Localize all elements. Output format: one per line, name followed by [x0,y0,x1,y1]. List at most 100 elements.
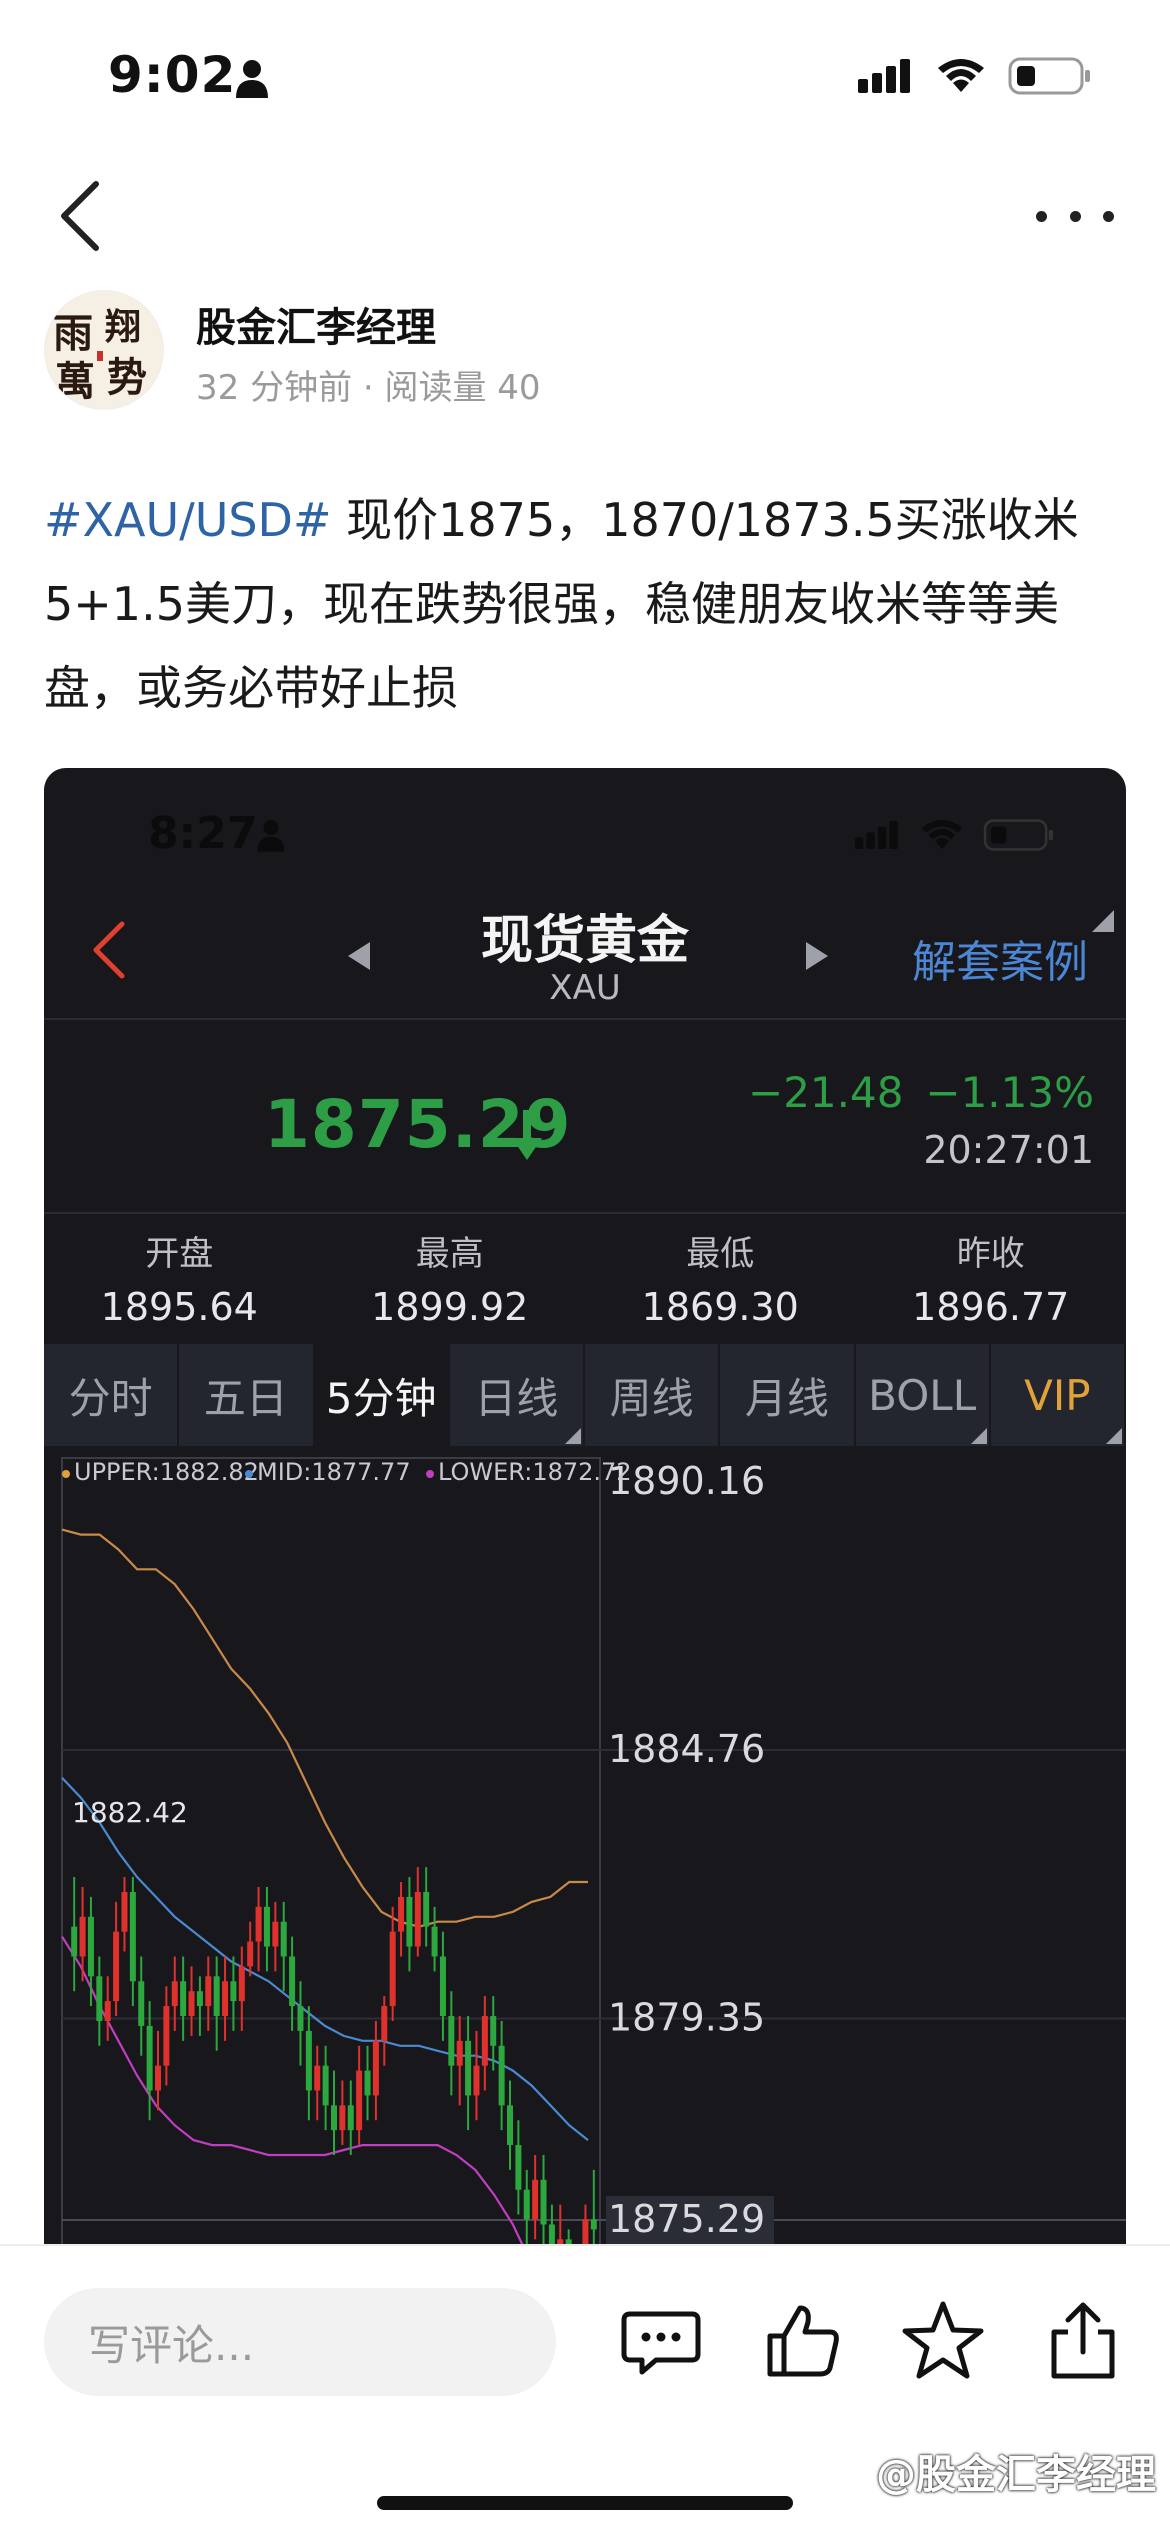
candle-body [481,2016,488,2066]
y-tick-label: 1875.29 [608,2197,765,2241]
price-change-percent: −1.13% [925,1068,1094,1117]
stats-row: 开盘 1895.64 最高 1899.92 最低 1869.30 昨收 1896… [44,1212,1126,1332]
comment-icon[interactable] [616,2296,706,2386]
candle-body [222,1981,229,2017]
more-dot-icon [1103,210,1114,222]
y-tick-label: 1884.76 [608,1727,765,1771]
candle-body [180,1981,187,2017]
y-tick-label: 1879.35 [608,1995,765,2039]
status-icons [858,56,1092,96]
legend-mid: MID:1877.77 [257,1458,411,1486]
more-options-button[interactable] [1030,198,1120,234]
embed-status-bar: 8:27 [44,768,1126,868]
candle-body [431,1926,438,1957]
candle-body [548,2224,555,2244]
like-thumbs-up-icon[interactable] [758,2296,848,2386]
candle-body [230,1981,237,2002]
candle-body [205,1976,212,2007]
more-dot-icon [1036,210,1047,222]
share-icon[interactable] [1038,2296,1128,2386]
candle-body [473,2065,480,2096]
candle-body [448,2016,455,2066]
stat-value: 1899.92 [371,1285,529,1329]
favorite-star-icon[interactable] [898,2296,988,2386]
candle-body [356,2070,363,2131]
hashtag-link[interactable]: #XAU/USD# [44,493,332,547]
comment-input[interactable]: 写评论... [44,2288,556,2396]
stat-high: 最高 1899.92 [315,1212,586,1332]
wifi-icon [938,59,984,92]
tab-label: 日线 [474,1373,559,1423]
home-indicator[interactable] [377,2496,793,2510]
candle-body [280,1921,287,1957]
candle-body [79,1916,86,1957]
chart-grid [62,1749,1126,2221]
candle-body [456,2040,463,2066]
legend-lower: LOWER:1872.72 [438,1458,632,1486]
candle-body [465,2040,472,2096]
candle-body [121,1891,128,1932]
stat-label: 最低 [686,1234,755,1274]
embedded-screenshot[interactable]: 8:27 现货黄金 XAU 解套案例 1875.29 −21.48 −1.13%… [44,768,1126,2244]
candle-body [289,1956,296,2007]
candle-body [155,2065,161,2091]
battery-icon [1008,57,1090,95]
candle-body [146,2025,153,2091]
candle-body [255,1906,262,1942]
tab-weekly[interactable]: 周线 [585,1344,721,1446]
author-avatar[interactable]: 雨 翔 萬 势 [44,290,164,410]
tab-five-day[interactable]: 五日 [179,1344,315,1446]
tab-monthly[interactable]: 月线 [720,1344,856,1446]
tab-label: VIP [1024,1370,1091,1420]
watermark: @股金汇李经理 [876,2452,1156,2498]
stat-value: 1895.64 [100,1285,258,1329]
status-time: 9:02 [108,46,237,104]
candle-body [71,1926,78,1957]
tab-boll[interactable]: BOLL [856,1344,991,1446]
divider [44,1018,1126,1020]
legend-upper: UPPER:1882.82 [74,1458,259,1486]
candle-body [163,2006,170,2066]
candle-body [523,2189,530,2220]
legend-dot-mid [245,1470,253,1478]
next-instrument-icon[interactable] [796,936,836,976]
candle-body [372,2040,379,2096]
expand-corner-icon[interactable] [1088,906,1118,936]
tab-label: BOLL [868,1370,977,1420]
candle-body [113,1931,120,2002]
stat-label: 最高 [415,1234,484,1274]
candle-body [381,2006,388,2041]
back-chevron-icon[interactable] [52,178,112,254]
tab-daily[interactable]: 日线 [450,1344,585,1446]
candle-body [171,1981,178,2007]
more-dot-icon [1069,210,1081,222]
wifi-icon [921,820,963,850]
stat-low: 最低 1869.30 [585,1212,856,1332]
tab-vip[interactable]: VIP [991,1344,1126,1446]
candle-body [331,2105,337,2131]
candlestick-chart[interactable]: 1890.161884.761879.351875.291873.95 UPPE… [44,1446,1126,2244]
candle-body [196,1991,203,2007]
candle-body [104,2001,111,2021]
candle-body [364,2070,371,2096]
svg-text:萬: 萬 [55,358,95,405]
legend-dot-upper [62,1470,70,1478]
tab-5min[interactable]: 5分钟 [314,1344,450,1446]
author-name[interactable]: 股金汇李经理 [196,295,436,353]
embed-status-icons [854,818,1056,852]
candle-body [498,2045,505,2106]
candle-body [238,1966,245,2002]
candle-body [582,2219,589,2244]
tab-intraday[interactable]: 分时 [44,1344,180,1446]
candle-body [138,1981,145,2026]
case-study-link[interactable]: 解套案例 [912,926,1088,990]
cellular-signal-icon [858,59,910,93]
stat-open: 开盘 1895.64 [44,1212,315,1332]
chart-legend: UPPER:1882.82 MID:1877.77 LOWER:1872.72 [62,1458,632,1486]
candle-body [540,2179,547,2225]
candle-body [423,1891,430,1927]
candle-body [590,2219,597,2230]
stat-label: 开盘 [145,1234,214,1274]
dropdown-corner-icon [565,1428,581,1444]
avatar-calligraphy-image: 雨 翔 萬 势 [53,306,147,405]
